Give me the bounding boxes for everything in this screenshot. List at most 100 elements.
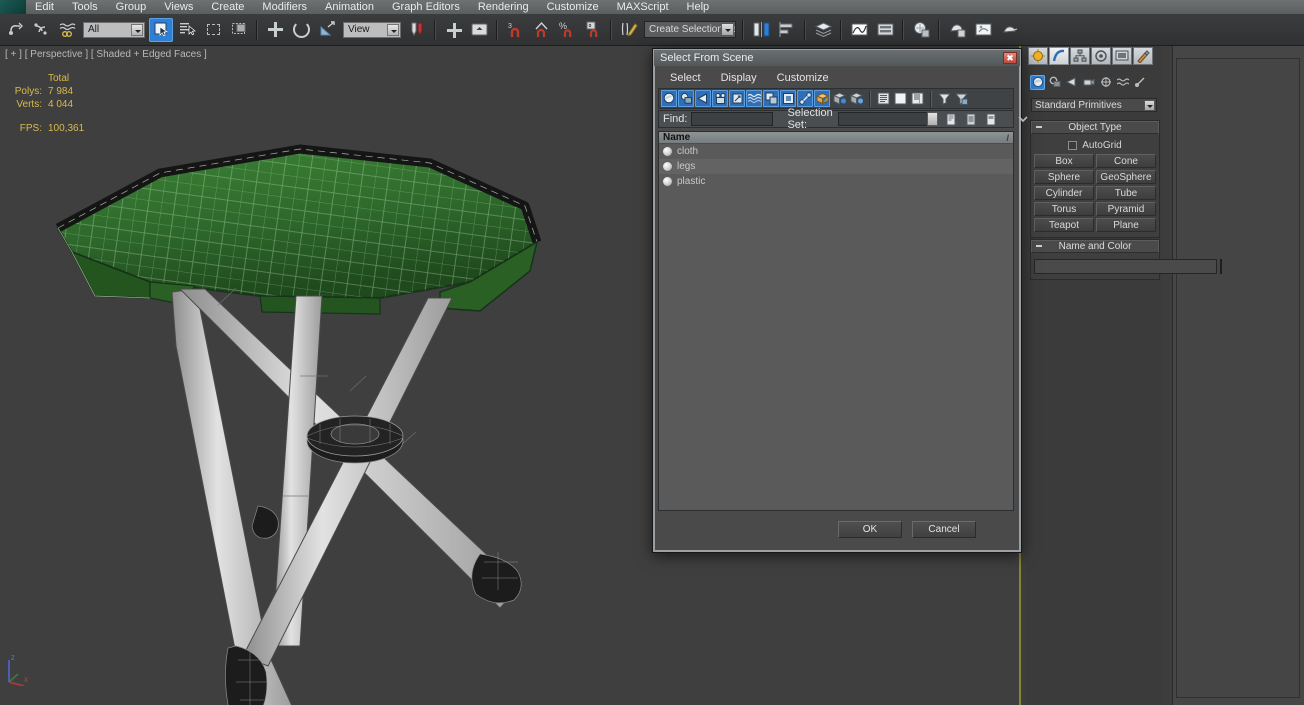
menu-item-rendering[interactable]: Rendering (469, 0, 538, 14)
filter-icon[interactable] (936, 90, 952, 107)
modify-tab[interactable] (1049, 46, 1069, 65)
pyramid-button[interactable]: Pyramid (1096, 202, 1156, 216)
menu-item-views[interactable]: Views (155, 0, 202, 14)
angle-snap-toggle-icon[interactable] (529, 18, 553, 42)
autogrid-checkbox[interactable] (1068, 140, 1078, 150)
selection-set-combo[interactable] (837, 111, 938, 127)
selection-set-input[interactable] (837, 111, 938, 126)
utilities-tab[interactable] (1133, 46, 1153, 65)
cone-button[interactable]: Cone (1096, 154, 1156, 168)
mirror-icon[interactable] (749, 18, 773, 42)
scene-object-list[interactable]: Name / cloth legs plastic (658, 131, 1014, 511)
select-and-rotate-icon[interactable] (289, 18, 313, 42)
menu-item-customize[interactable]: Customize (538, 0, 608, 14)
rectangular-selection-region-icon[interactable] (201, 18, 225, 42)
torus-button[interactable]: Torus (1034, 202, 1094, 216)
display-groups-icon[interactable] (763, 90, 779, 107)
selection-filter-combo[interactable]: All (83, 21, 145, 38)
autogrid-row[interactable]: AutoGrid (1034, 138, 1156, 152)
menu-item-animation[interactable]: Animation (316, 0, 383, 14)
select-and-scale-icon[interactable] (315, 18, 339, 42)
keyboard-shortcut-override-icon[interactable] (467, 18, 491, 42)
spinner-snap-toggle-icon[interactable] (581, 18, 605, 42)
chevron-down-icon[interactable] (926, 111, 938, 126)
add-selected-objects-icon[interactable] (964, 111, 980, 128)
reference-coordinate-system-combo[interactable]: View (343, 21, 401, 38)
list-column-header-name[interactable]: Name / (659, 132, 1013, 144)
sort-indicator-icon[interactable]: / (1006, 133, 1009, 143)
menu-item-tools[interactable]: Tools (63, 0, 107, 14)
helpers-subtab[interactable] (1098, 75, 1113, 90)
chevron-down-icon[interactable] (131, 23, 143, 36)
menu-item-help[interactable]: Help (678, 0, 719, 14)
ok-button[interactable]: OK (838, 520, 902, 538)
select-and-manipulate-icon[interactable] (441, 18, 465, 42)
space-warps-subtab[interactable] (1115, 75, 1130, 90)
teapot-button[interactable]: Teapot (1034, 218, 1094, 232)
primitive-category-combo[interactable]: Standard Primitives (1031, 98, 1157, 112)
select-by-name-button[interactable] (175, 18, 199, 42)
object-color-swatch[interactable] (1220, 259, 1222, 274)
create-tab[interactable] (1028, 46, 1048, 65)
redo-icon[interactable] (29, 18, 53, 42)
cylinder-button[interactable]: Cylinder (1034, 186, 1094, 200)
tube-button[interactable]: Tube (1096, 186, 1156, 200)
cameras-subtab[interactable] (1081, 75, 1096, 90)
menu-item-edit[interactable]: Edit (26, 0, 63, 14)
shapes-subtab[interactable] (1047, 75, 1062, 90)
table-row[interactable]: legs (659, 159, 1013, 174)
display-frozen-icon[interactable] (831, 90, 847, 107)
dialog-menu-display[interactable]: Display (711, 72, 767, 84)
chevron-down-icon[interactable] (1144, 100, 1155, 111)
named-selection-set-combo[interactable]: Create Selection Se (644, 21, 736, 38)
display-containers-icon[interactable] (814, 90, 830, 107)
cancel-button[interactable]: Cancel (912, 520, 976, 538)
render-production-icon[interactable] (997, 18, 1021, 42)
align-icon[interactable] (775, 18, 799, 42)
dialog-menu-customize[interactable]: Customize (767, 72, 839, 84)
display-lights-icon[interactable] (695, 90, 711, 107)
close-icon[interactable]: ✖ (1003, 52, 1017, 64)
box-button[interactable]: Box (1034, 154, 1094, 168)
collapse-icon[interactable] (1036, 126, 1042, 128)
schematic-view-icon[interactable] (873, 18, 897, 42)
layer-manager-icon[interactable] (811, 18, 835, 42)
table-row[interactable]: plastic (659, 174, 1013, 189)
lights-subtab[interactable] (1064, 75, 1079, 90)
display-helpers-icon[interactable] (729, 90, 745, 107)
display-space-warps-icon[interactable] (746, 90, 762, 107)
curve-editor-icon[interactable] (847, 18, 871, 42)
display-geometry-icon[interactable] (661, 90, 677, 107)
hierarchy-tab[interactable] (1070, 46, 1090, 65)
sphere-button[interactable]: Sphere (1034, 170, 1094, 184)
filter-settings-icon[interactable] (953, 90, 969, 107)
menu-item-create[interactable]: Create (202, 0, 253, 14)
undo-icon[interactable] (3, 18, 27, 42)
percent-snap-toggle-icon[interactable]: % (555, 18, 579, 42)
window-crossing-toggle-icon[interactable] (227, 18, 251, 42)
dialog-title-bar[interactable]: Select From Scene ✖ (654, 50, 1020, 66)
dialog-menu-select[interactable]: Select (660, 72, 711, 84)
use-pivot-point-center-icon[interactable] (405, 18, 429, 42)
find-input[interactable] (691, 112, 774, 126)
display-xrefs-icon[interactable] (780, 90, 796, 107)
display-hidden-icon[interactable] (848, 90, 864, 107)
rendered-frame-window-icon[interactable] (971, 18, 995, 42)
display-shapes-icon[interactable] (678, 90, 694, 107)
node-type-icon[interactable] (662, 176, 673, 187)
select-and-move-icon[interactable] (263, 18, 287, 42)
collapse-icon[interactable] (1036, 245, 1042, 247)
chevron-down-icon[interactable] (387, 23, 399, 36)
node-type-icon[interactable] (662, 161, 673, 172)
menu-item-group[interactable]: Group (107, 0, 156, 14)
motion-tab[interactable] (1091, 46, 1111, 65)
node-type-icon[interactable] (662, 146, 673, 157)
display-children-icon[interactable] (892, 90, 908, 107)
object-name-input[interactable] (1034, 259, 1217, 274)
menu-item-graph-editors[interactable]: Graph Editors (383, 0, 469, 14)
render-setup-icon[interactable] (945, 18, 969, 42)
bind-space-warp-icon[interactable] (55, 18, 79, 42)
list-types-icon[interactable] (875, 90, 891, 107)
display-bones-icon[interactable] (797, 90, 813, 107)
edit-named-selection-sets-icon[interactable] (617, 18, 641, 42)
